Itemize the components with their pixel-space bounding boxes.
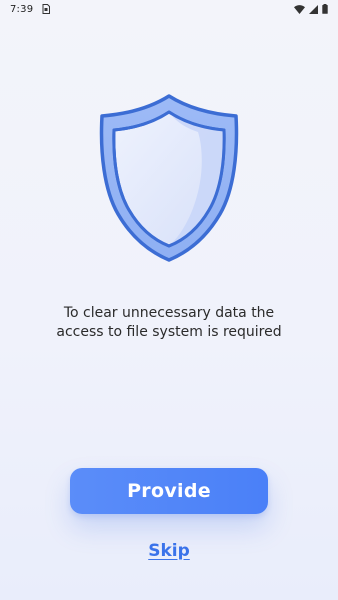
provide-button[interactable]: Provide [70, 468, 268, 514]
shield-icon [94, 92, 244, 264]
permission-message: To clear unnecessary data the access to … [20, 304, 318, 342]
battery-icon [322, 4, 328, 14]
message-line-1: To clear unnecessary data the [63, 305, 275, 321]
wifi-icon [294, 4, 305, 14]
cellular-signal-icon [309, 4, 318, 14]
skip-link[interactable]: Skip [0, 541, 338, 561]
status-bar: 7:39 [0, 0, 338, 18]
status-time: 7:39 [10, 3, 34, 15]
message-line-2: access to file system is required [56, 324, 282, 340]
status-left: 7:39 [10, 3, 51, 15]
sim-card-icon [42, 4, 51, 14]
status-right [294, 4, 328, 14]
